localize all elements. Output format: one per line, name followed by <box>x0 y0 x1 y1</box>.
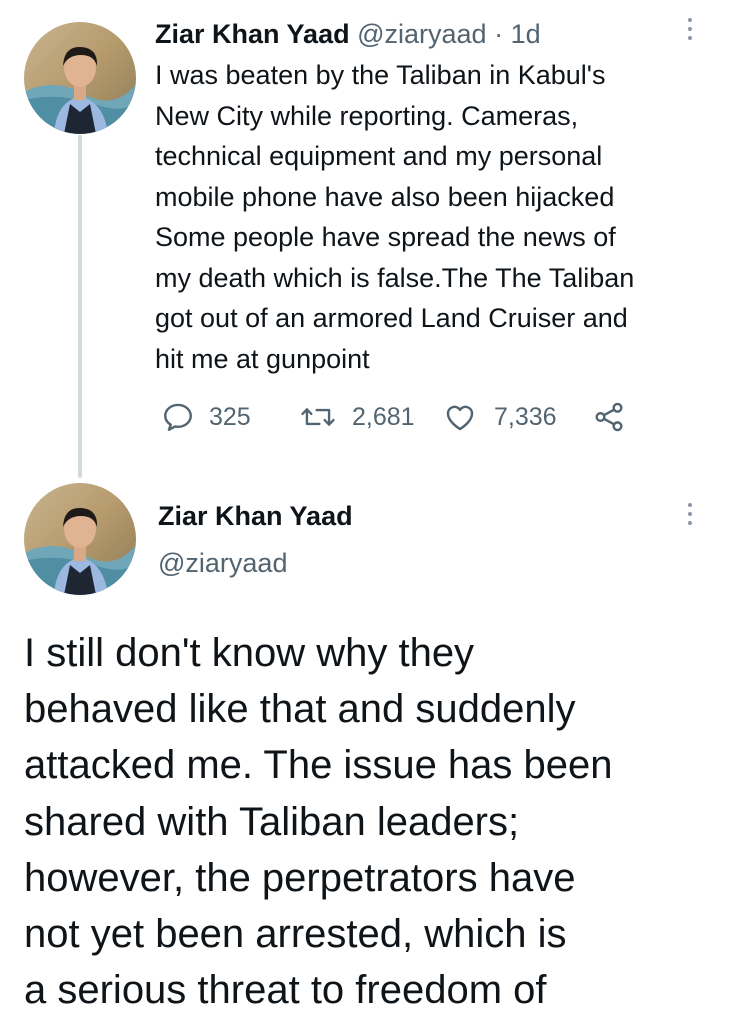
like-count: 7,336 <box>494 402 557 431</box>
reply-count: 325 <box>209 402 251 431</box>
like-icon <box>446 405 474 431</box>
more-icon[interactable] <box>686 503 694 525</box>
reply-icon <box>164 403 192 431</box>
avatar-photo <box>24 22 136 134</box>
author-handle[interactable]: @ziaryaad <box>158 545 287 581</box>
retweet-button[interactable]: 2,681 <box>300 395 415 439</box>
author-name[interactable]: Ziar Khan Yaad <box>158 498 353 534</box>
avatar[interactable] <box>24 22 136 134</box>
tweet-text: I was beaten by the Taliban in Kabul's N… <box>155 60 635 374</box>
tweet-text: I still don't know why they behaved like… <box>24 631 613 1013</box>
tweet-header: Ziar Khan Yaad @ziaryaad · 1d <box>155 16 541 52</box>
header-separator: · <box>494 19 504 49</box>
more-icon[interactable] <box>686 18 694 40</box>
retweet-icon <box>301 408 335 426</box>
avatar[interactable] <box>24 483 136 595</box>
reply-button[interactable]: 325 <box>161 395 251 439</box>
avatar-photo <box>24 483 136 595</box>
retweet-count: 2,681 <box>352 402 415 431</box>
tweet-action-bar: 325 2,681 7,336 <box>155 395 655 439</box>
thread-connector-line <box>78 135 82 478</box>
share-button[interactable] <box>592 395 626 439</box>
like-button[interactable]: 7,336 <box>442 395 557 439</box>
share-icon <box>595 402 623 432</box>
author-name[interactable]: Ziar Khan Yaad <box>155 19 350 49</box>
author-handle[interactable]: @ziaryaad <box>357 19 486 49</box>
tweet-timestamp[interactable]: 1d <box>511 19 541 49</box>
